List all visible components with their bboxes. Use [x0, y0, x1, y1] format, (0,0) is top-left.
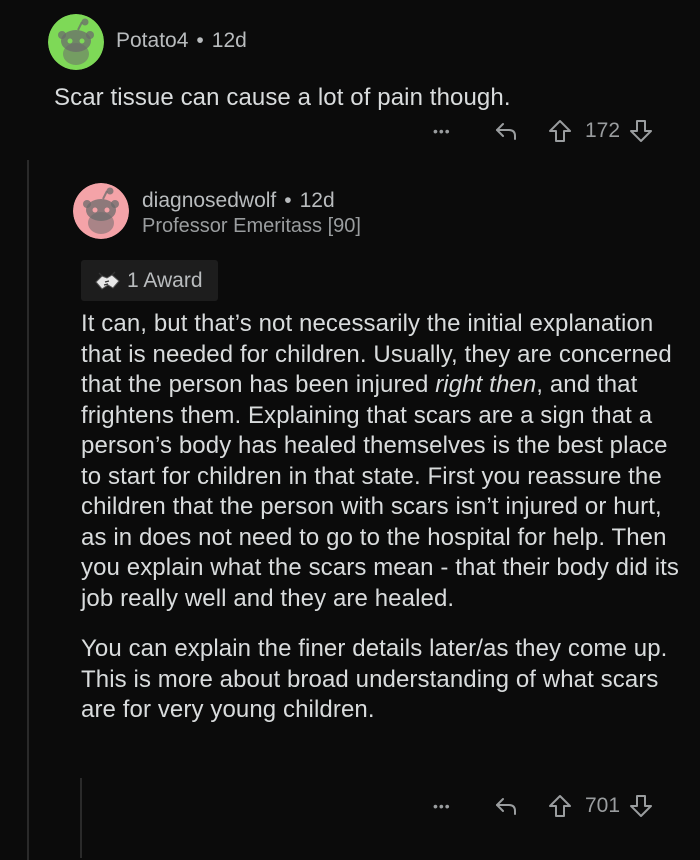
vote-count: 701: [585, 794, 621, 817]
comment-age: 12d: [299, 189, 335, 212]
more-options-button[interactable]: •••: [433, 123, 473, 139]
upvote-button[interactable]: [547, 793, 573, 819]
thread-line[interactable]: [27, 160, 29, 860]
separator: •: [284, 189, 292, 212]
username[interactable]: diagnosedwolf: [142, 189, 276, 213]
award-badge[interactable]: 1 Award: [81, 260, 218, 301]
comment-text: Scar tissue can cause a lot of pain thou…: [54, 84, 511, 111]
comment-paragraph: You can explain the finer details later/…: [81, 635, 668, 723]
downvote-button[interactable]: [628, 793, 654, 819]
award-label: 1 Award: [127, 268, 203, 292]
comment-actions: ••• 172: [433, 118, 654, 144]
reply-button[interactable]: [493, 118, 519, 144]
downvote-icon: [630, 795, 653, 817]
comment-paragraph: It can, but that’s not necessarily the i…: [81, 309, 681, 614]
separator: •: [196, 29, 204, 52]
avatar[interactable]: [48, 14, 104, 70]
vote-count: 172: [585, 119, 621, 142]
more-options-button[interactable]: •••: [433, 798, 473, 814]
snoo-avatar-icon: [48, 14, 104, 70]
username[interactable]: Potato4: [116, 29, 188, 53]
comment-actions: ••• 701: [433, 793, 654, 819]
downvote-icon: [630, 120, 653, 142]
comment-body: Scar tissue can cause a lot of pain thou…: [54, 83, 674, 114]
snoo-avatar-icon: [73, 183, 129, 239]
upvote-button[interactable]: [547, 118, 573, 144]
reply-icon: [496, 798, 516, 815]
comment-meta: Potato4 • 12d: [116, 29, 247, 53]
upvote-icon: [549, 120, 571, 142]
comment-meta: diagnosedwolf • 12d: [142, 189, 335, 213]
downvote-button[interactable]: [628, 118, 654, 144]
comment-body: It can, but that’s not necessarily the i…: [81, 309, 681, 726]
handshake-award-icon: [95, 271, 120, 290]
reply-button[interactable]: [493, 793, 519, 819]
comment-age: 12d: [211, 29, 247, 52]
avatar[interactable]: [73, 183, 129, 239]
comment-text: , and that frightens them. Explaining th…: [81, 371, 680, 612]
reply-icon: [496, 123, 516, 140]
user-flair: Professor Emeritass [90]: [142, 215, 361, 237]
emphasis-text: right then: [435, 371, 537, 398]
thread-line[interactable]: [80, 778, 82, 858]
upvote-icon: [549, 795, 571, 817]
